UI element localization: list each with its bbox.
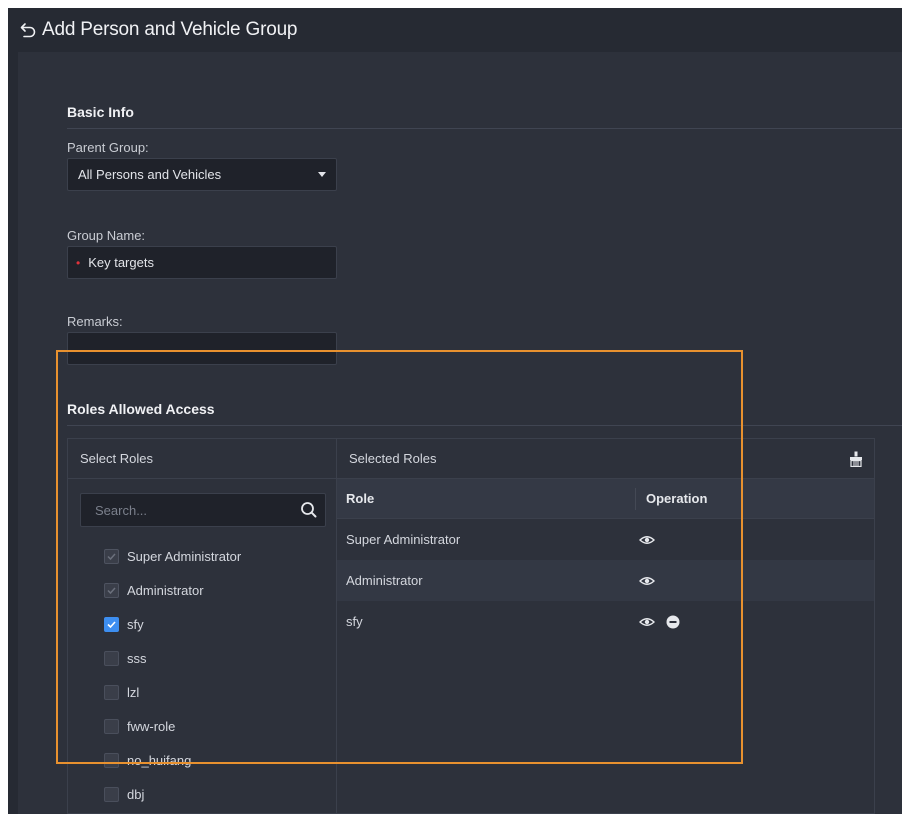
- parent-group-value: All Persons and Vehicles: [78, 167, 222, 182]
- table-row: sfy: [337, 601, 874, 642]
- remarks-input[interactable]: [68, 333, 336, 364]
- select-roles-header: Select Roles: [68, 439, 336, 479]
- role-option-super-administrator: Super Administrator: [104, 539, 241, 573]
- selected-role-name: Super Administrator: [346, 532, 461, 547]
- remarks-label: Remarks:: [67, 314, 123, 329]
- page-title: Add Person and Vehicle Group: [42, 19, 298, 40]
- selected-role-name: Administrator: [346, 573, 423, 588]
- checkbox-checked[interactable]: [104, 616, 119, 632]
- role-option-label: Super Administrator: [127, 548, 242, 564]
- selected-roles-pane: Selected Roles Role Operation Super Admi…: [337, 439, 874, 813]
- parent-group-select[interactable]: All Persons and Vehicles: [67, 158, 337, 191]
- role-search-input[interactable]: [81, 502, 299, 518]
- checkbox-disabled-checked: [104, 582, 119, 598]
- role-option-label: dbj: [127, 786, 145, 802]
- column-header-role: Role: [346, 491, 375, 506]
- roles-divider: [67, 425, 902, 426]
- role-option-lzl[interactable]: lzl: [104, 675, 241, 709]
- eye-icon[interactable]: [639, 614, 655, 630]
- row-operations: [635, 573, 874, 589]
- back-arrow-icon[interactable]: [18, 20, 38, 40]
- checkbox-unchecked[interactable]: [104, 718, 119, 734]
- table-row: Super Administrator: [337, 519, 874, 560]
- role-option-sss[interactable]: sss: [104, 641, 241, 675]
- role-option-fww-role[interactable]: fww-role: [104, 709, 241, 743]
- form-content: Basic Info Parent Group: All Persons and…: [18, 52, 902, 814]
- title-bar: Add Person and Vehicle Group: [8, 8, 902, 52]
- parent-group-label: Parent Group:: [67, 140, 149, 155]
- row-operations: [635, 614, 874, 630]
- role-option-sfy[interactable]: sfy: [104, 607, 241, 641]
- selected-role-name: sfy: [346, 614, 363, 629]
- search-icon[interactable]: [299, 500, 319, 520]
- role-option-administrator: Administrator: [104, 573, 241, 607]
- available-roles-list: Super Administrator Administrator sfy ss…: [104, 539, 241, 811]
- selected-roles-title: Selected Roles: [349, 451, 437, 466]
- dropdown-caret-icon: [318, 172, 326, 177]
- remarks-field[interactable]: [67, 332, 337, 365]
- group-name-input[interactable]: [88, 247, 336, 278]
- role-option-label: Administrator: [127, 582, 204, 598]
- table-row: Administrator: [337, 560, 874, 601]
- eye-icon[interactable]: [639, 532, 655, 548]
- group-name-label: Group Name:: [67, 228, 146, 243]
- select-roles-pane: Select Roles Super: [68, 439, 337, 813]
- basic-info-divider: [67, 128, 902, 129]
- role-option-dbj[interactable]: dbj: [104, 777, 241, 811]
- role-option-label: no_huifang: [127, 752, 192, 768]
- checkbox-unchecked[interactable]: [104, 752, 119, 768]
- selected-roles-header: Selected Roles: [337, 439, 874, 479]
- selected-roles-table-header: Role Operation: [337, 479, 874, 519]
- remove-circle-icon[interactable]: [665, 614, 681, 630]
- role-option-label: sfy: [127, 616, 144, 632]
- roles-transfer-panel: Select Roles Super: [67, 438, 875, 814]
- checkbox-unchecked[interactable]: [104, 786, 119, 802]
- checkbox-unchecked[interactable]: [104, 684, 119, 700]
- role-option-label: sss: [127, 650, 147, 666]
- required-asterisk-icon: •: [76, 255, 81, 270]
- basic-info-title: Basic Info: [67, 104, 134, 120]
- eye-icon[interactable]: [639, 573, 655, 589]
- role-search-box[interactable]: [80, 493, 326, 527]
- row-operations: [635, 532, 874, 548]
- checkbox-disabled-checked: [104, 548, 119, 564]
- checkbox-unchecked[interactable]: [104, 650, 119, 666]
- role-option-label: lzl: [127, 684, 140, 700]
- column-header-operation: Operation: [635, 487, 874, 510]
- role-option-no-huifang[interactable]: no_huifang: [104, 743, 241, 777]
- role-option-label: fww-role: [127, 718, 176, 734]
- app-window: Add Person and Vehicle Group Basic Info …: [8, 8, 902, 814]
- roles-section-title: Roles Allowed Access: [67, 401, 215, 417]
- clear-broom-icon[interactable]: [848, 451, 864, 468]
- group-name-field[interactable]: •: [67, 246, 337, 279]
